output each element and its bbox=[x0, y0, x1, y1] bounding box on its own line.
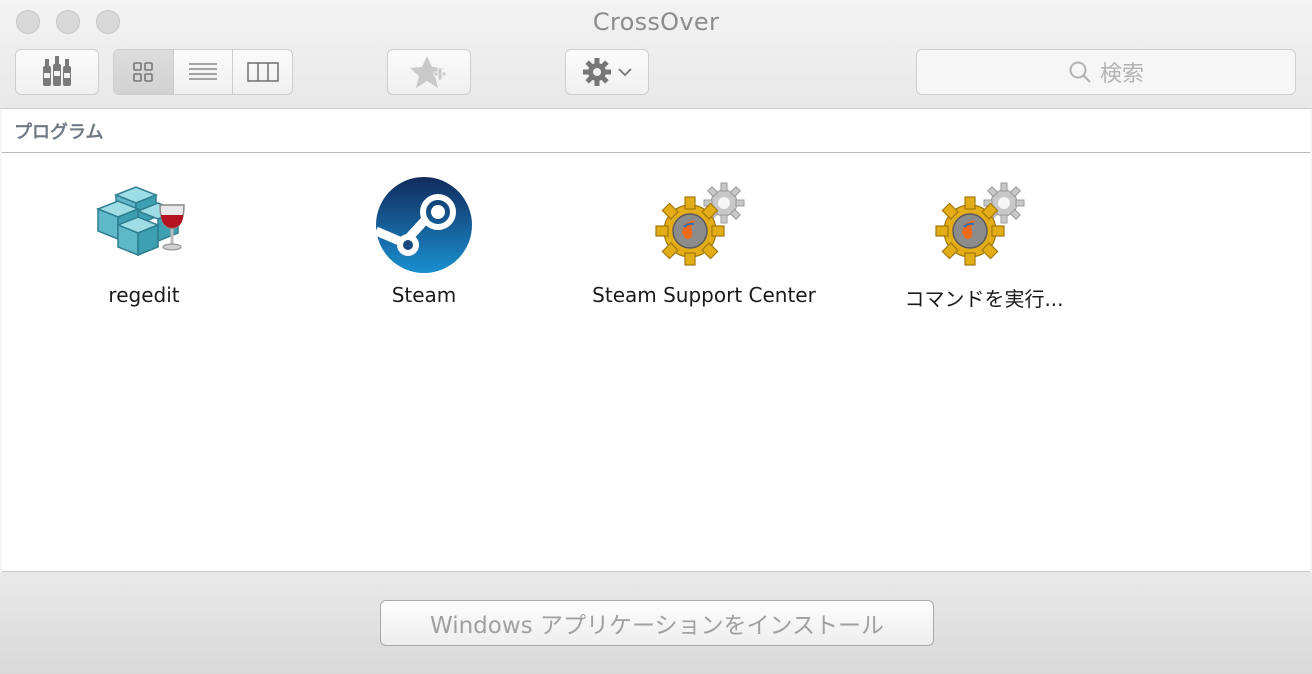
app-item-run-command[interactable]: コマンドを実行... bbox=[844, 175, 1124, 312]
search-field[interactable]: 検索 bbox=[916, 49, 1296, 95]
action-menu-button[interactable] bbox=[565, 49, 649, 95]
chevron-down-icon bbox=[618, 68, 632, 77]
section-title: プログラム bbox=[2, 109, 1310, 153]
wine-gear-icon bbox=[655, 182, 745, 266]
crossover-window: CrossOver 検索 プログラム regedit Steam Steam S… bbox=[0, 0, 1312, 674]
app-item-steam[interactable]: Steam bbox=[284, 175, 564, 307]
list-icon bbox=[189, 63, 217, 80]
toolbar: CrossOver 検索 bbox=[0, 0, 1312, 109]
window-title: CrossOver bbox=[592, 8, 720, 36]
list-view-button[interactable] bbox=[172, 50, 233, 94]
search-placeholder: 検索 bbox=[1099, 62, 1144, 87]
icon-view-button[interactable] bbox=[114, 50, 173, 94]
app-item-regedit[interactable]: regedit bbox=[4, 175, 284, 307]
app-label: regedit bbox=[108, 283, 180, 307]
app-item-steam-support-center[interactable]: Steam Support Center bbox=[564, 175, 844, 307]
programs-pane: プログラム regedit Steam Steam Support Center… bbox=[2, 109, 1310, 572]
install-windows-app-button[interactable]: Windows アプリケーションをインストール bbox=[380, 600, 934, 646]
star-add-icon bbox=[410, 56, 447, 88]
add-favorite-button[interactable] bbox=[387, 49, 471, 95]
view-mode-control bbox=[113, 49, 293, 95]
app-label: コマンドを実行... bbox=[904, 287, 1064, 311]
search-icon bbox=[1069, 61, 1091, 83]
wine-gear-icon bbox=[935, 182, 1025, 266]
bottles-icon bbox=[43, 56, 71, 86]
column-view-button[interactable] bbox=[232, 50, 292, 94]
app-label: Steam Support Center bbox=[592, 283, 816, 307]
app-label: Steam bbox=[391, 283, 457, 307]
steam-icon bbox=[374, 177, 472, 273]
footer-bar: Windows アプリケーションをインストール bbox=[0, 572, 1312, 674]
columns-icon bbox=[246, 62, 279, 82]
regedit-icon bbox=[95, 186, 185, 257]
gear-icon bbox=[583, 58, 611, 86]
grid-icon bbox=[133, 62, 154, 82]
bottles-button[interactable] bbox=[15, 49, 99, 95]
